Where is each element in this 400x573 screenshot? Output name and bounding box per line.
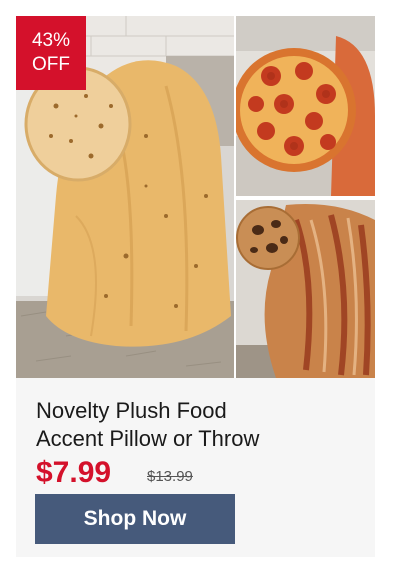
product-title[interactable]: Novelty Plush Food Accent Pillow or Thro… [36,397,356,453]
cookie-pillow-bacon-blanket-image[interactable] [236,200,375,378]
discount-label: OFF [32,54,70,75]
discount-percent: 43% [31,30,71,51]
product-card[interactable]: 43% OFF Novelty Plush Food Accent Pillow… [16,16,375,557]
pizza-pillow-image[interactable] [236,16,375,196]
original-price: $13.99 [147,468,193,485]
product-title-line-2[interactable]: Accent Pillow or Throw [36,425,356,453]
product-image-collage[interactable]: 43% OFF [16,16,375,378]
shop-now-button[interactable]: Shop Now [35,494,235,544]
sale-price: $7.99 [36,456,112,489]
product-title-line-1[interactable]: Novelty Plush Food [36,397,356,425]
discount-badge: 43% OFF [16,16,86,90]
